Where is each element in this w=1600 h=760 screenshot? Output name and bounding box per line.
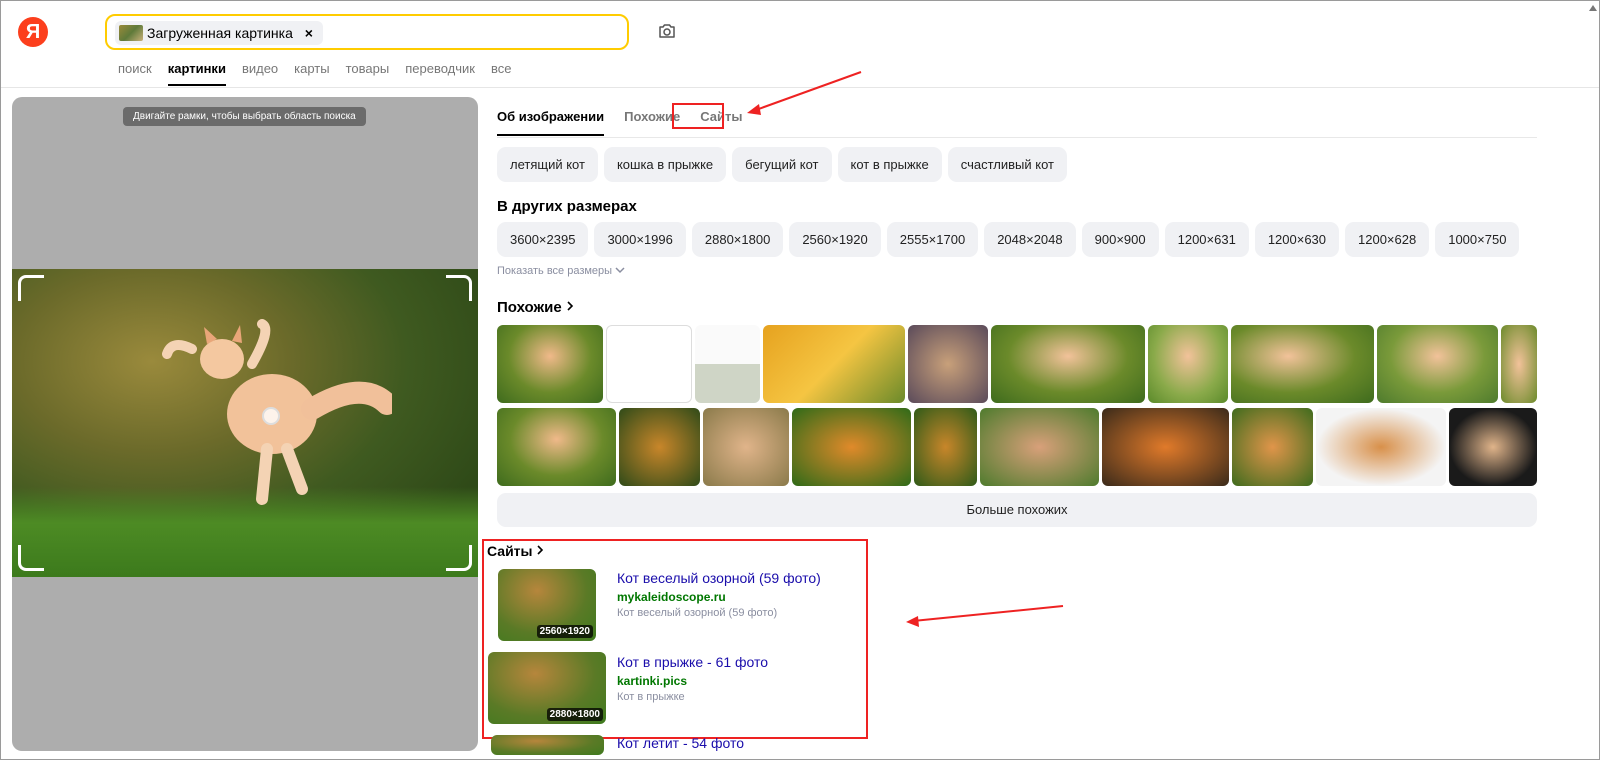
page-scrollbar[interactable]	[1589, 3, 1597, 743]
annotation-arrows	[747, 71, 1064, 627]
window: Я Загруженная картинка × поиск картинки …	[0, 0, 1600, 760]
scroll-up-arrow[interactable]	[1589, 3, 1597, 11]
